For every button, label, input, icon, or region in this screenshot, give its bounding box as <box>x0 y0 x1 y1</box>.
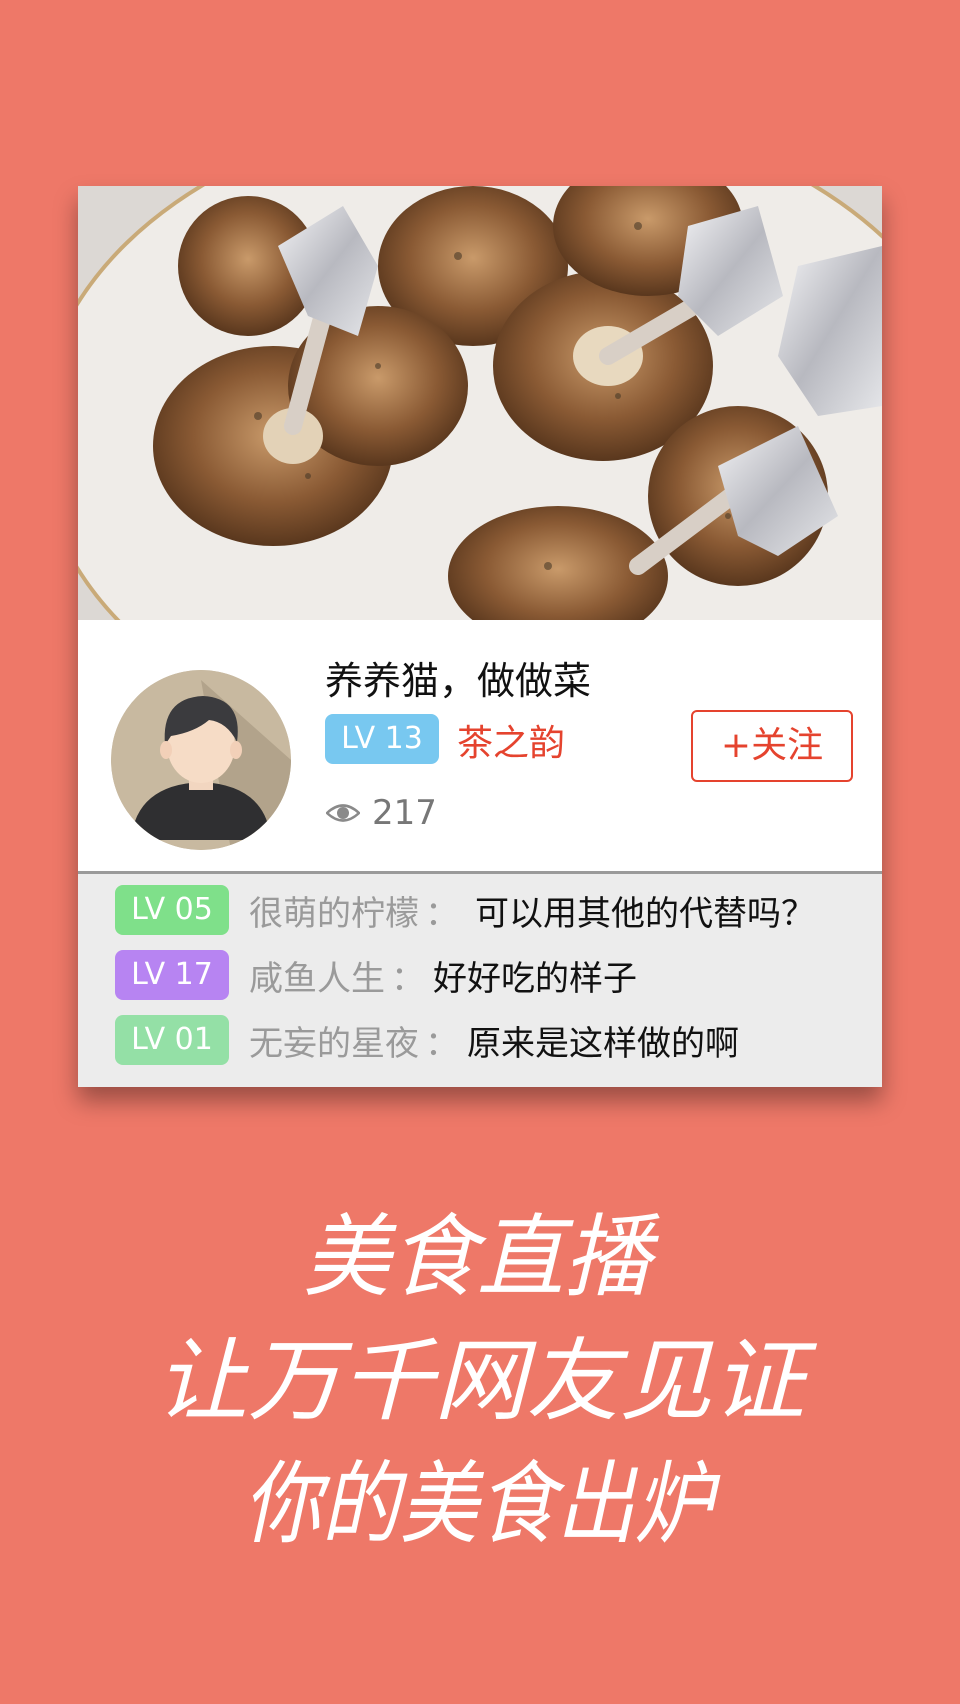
post-title: 养养猫，做做菜 <box>325 659 592 703</box>
view-count: 217 <box>326 788 437 838</box>
author-level-badge: LV 13 <box>325 714 439 764</box>
post-info: 养养猫，做做菜 LV 13 茶之韵 +关注 217 <box>78 620 882 856</box>
author-name[interactable]: 茶之韵 <box>457 714 565 766</box>
follow-button[interactable]: +关注 <box>691 710 853 782</box>
comment-list: LV 05 很萌的柠檬 ： 可以用其他的代替吗？ LV 17 咸鱼人生 ： 好好… <box>78 871 882 1087</box>
comment-text: 原来是这样做的啊 <box>467 1023 739 1064</box>
commenter-level-badge: LV 01 <box>115 1015 229 1065</box>
avatar[interactable] <box>111 670 291 850</box>
comment-text: 可以用其他的代替吗？ <box>475 893 815 934</box>
comment-text: 好好吃的样子 <box>433 958 637 999</box>
slogan-line-2: 让万千网友见证 <box>155 1329 817 1434</box>
commenter-name[interactable]: 很萌的柠檬 <box>249 886 419 935</box>
commenter-name[interactable]: 咸鱼人生 <box>249 951 385 1000</box>
comment-separator: ： <box>425 1023 459 1064</box>
food-photo[interactable] <box>78 186 882 620</box>
avatar-icon <box>111 670 291 850</box>
slogan-line-1: 美食直播 <box>303 1205 660 1310</box>
slogan: 美食直播 让万千网友见证 你的美食出炉 <box>0 1180 960 1560</box>
comment-separator: ： <box>391 958 425 999</box>
eye-icon <box>326 804 360 822</box>
comment-separator: ： <box>425 893 459 934</box>
comment-item[interactable]: LV 17 咸鱼人生 ： 好好吃的样子 <box>115 950 637 1000</box>
commenter-name[interactable]: 无妄的星夜 <box>249 1016 419 1065</box>
commenter-level-badge: LV 17 <box>115 950 229 1000</box>
view-count-value: 217 <box>372 793 437 833</box>
post-card[interactable]: 养养猫，做做菜 LV 13 茶之韵 +关注 217 LV 05 很萌的柠檬 ： … <box>78 186 882 1087</box>
comment-item[interactable]: LV 01 无妄的星夜 ： 原来是这样做的啊 <box>115 1015 739 1065</box>
commenter-level-badge: LV 05 <box>115 885 229 935</box>
comment-item[interactable]: LV 05 很萌的柠檬 ： 可以用其他的代替吗？ <box>115 885 815 935</box>
slogan-line-3: 你的美食出炉 <box>243 1452 721 1557</box>
